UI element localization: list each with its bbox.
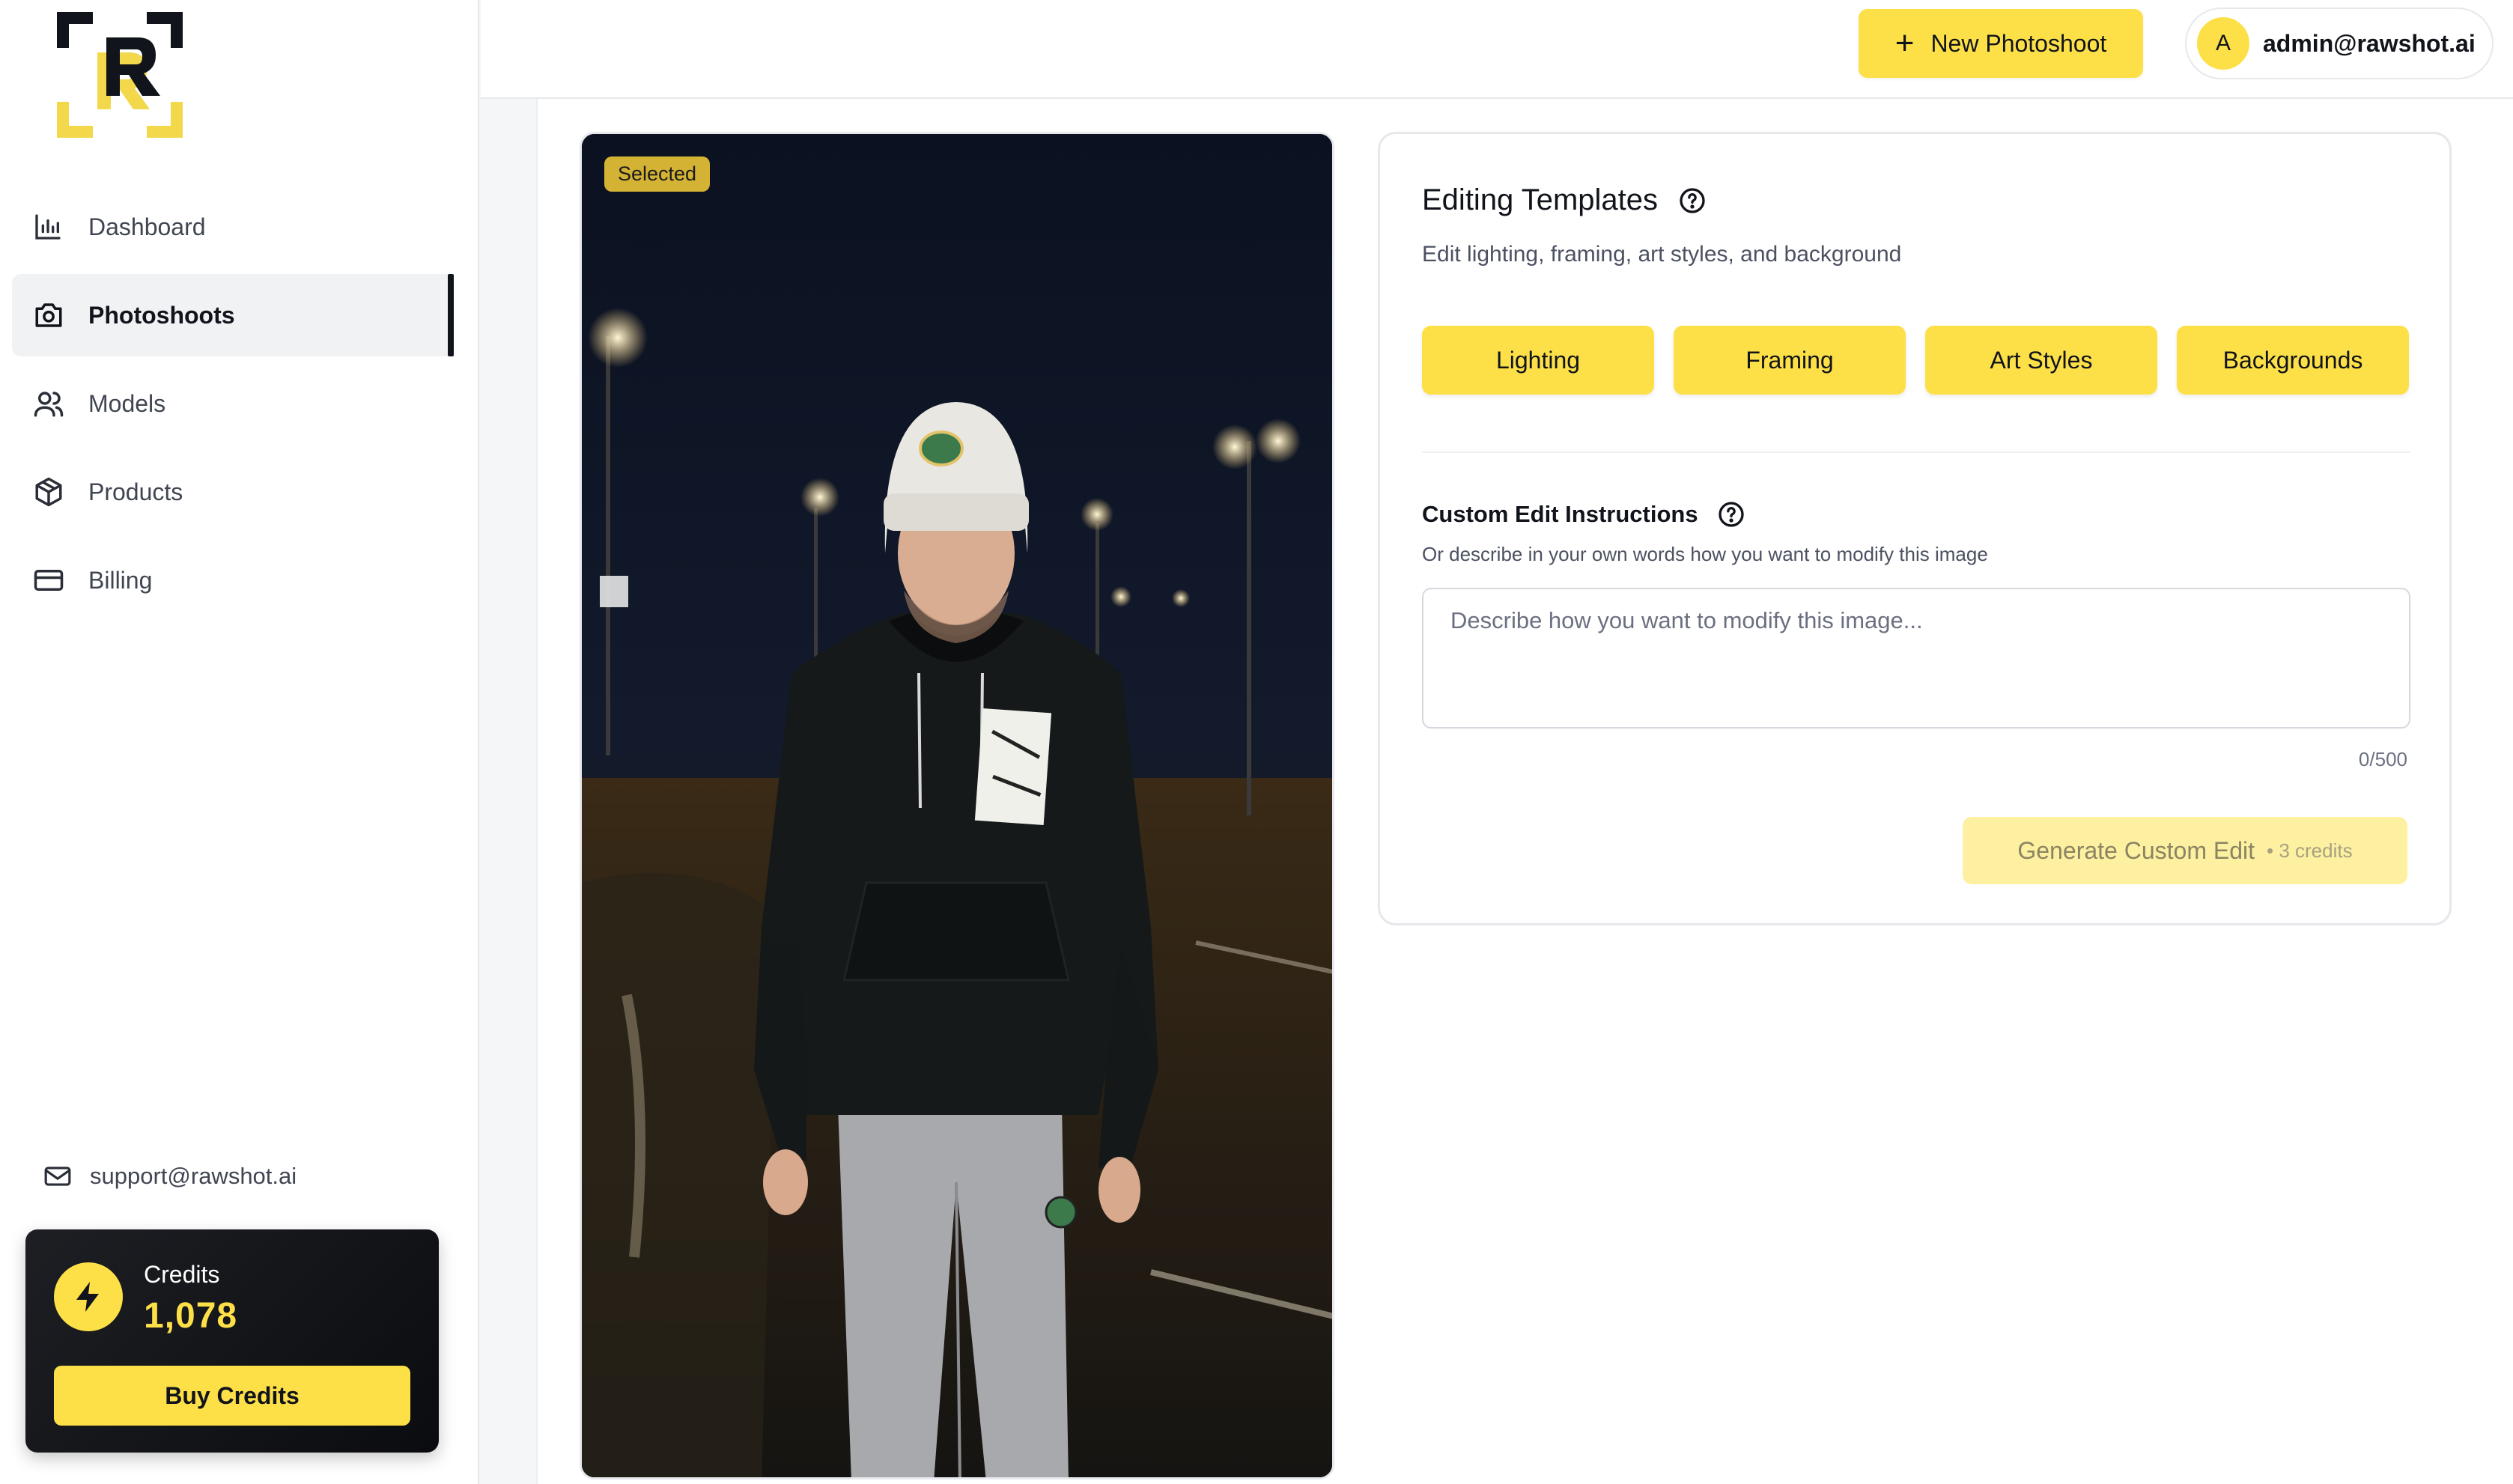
- credits-card: Credits 1,078 Buy Credits: [25, 1229, 439, 1453]
- sidebar-item-label: Products: [88, 478, 183, 505]
- sidebar-nav: Dashboard Photoshoots Models Products Bi…: [12, 186, 454, 627]
- editing-templates-subtitle: Edit lighting, framing, art styles, and …: [1422, 242, 1902, 267]
- buy-credits-button[interactable]: Buy Credits: [54, 1366, 410, 1426]
- custom-edit-heading: Custom Edit Instructions: [1422, 499, 1746, 529]
- character-counter: 0/500: [2358, 748, 2407, 770]
- selected-photo[interactable]: Selected: [580, 132, 1334, 1480]
- sidebar-item-products[interactable]: Products: [12, 451, 454, 533]
- bolt-icon: [54, 1262, 123, 1331]
- new-photoshoot-button[interactable]: + New Photoshoot: [1859, 9, 2143, 78]
- user-menu[interactable]: A admin@rawshot.ai: [2185, 7, 2494, 79]
- art-styles-template-button[interactable]: Art Styles: [1925, 326, 2157, 395]
- sidebar-item-label: Models: [88, 389, 166, 417]
- selected-badge: Selected: [604, 156, 711, 192]
- help-circle-icon[interactable]: [1677, 186, 1707, 216]
- custom-edit-title: Custom Edit Instructions: [1422, 501, 1698, 527]
- credits-label: Credits: [144, 1261, 220, 1288]
- backgrounds-template-button[interactable]: Backgrounds: [2177, 326, 2409, 395]
- sidebar-item-models[interactable]: Models: [12, 362, 454, 445]
- sidebar-item-label: Photoshoots: [88, 301, 235, 329]
- support-email-link[interactable]: support@rawshot.ai: [43, 1161, 297, 1192]
- credit-card-icon: [33, 562, 69, 598]
- support-email: support@rawshot.ai: [90, 1163, 297, 1189]
- sidebar-item-label: Billing: [88, 566, 153, 594]
- bar-chart-icon: [33, 209, 69, 245]
- custom-edit-input[interactable]: [1422, 588, 2410, 729]
- box-icon: [33, 474, 69, 510]
- new-photoshoot-label: New Photoshoot: [1930, 29, 2107, 57]
- custom-edit-subtitle: Or describe in your own words how you wa…: [1422, 543, 1988, 565]
- plus-icon: +: [1894, 25, 1915, 61]
- generate-label: Generate Custom Edit: [2017, 836, 2255, 864]
- editing-templates-heading: Editing Templates: [1422, 183, 1707, 217]
- sidebar-item-dashboard[interactable]: Dashboard: [12, 186, 454, 268]
- app-root: Dashboard Photoshoots Models Products Bi…: [0, 0, 2513, 1484]
- mail-icon: [43, 1161, 75, 1192]
- editing-templates-title: Editing Templates: [1422, 183, 1658, 216]
- sidebar-item-billing[interactable]: Billing: [12, 539, 454, 621]
- top-bar: + New Photoshoot A admin@rawshot.ai: [481, 0, 2513, 99]
- sidebar: Dashboard Photoshoots Models Products Bi…: [0, 0, 479, 1484]
- framing-template-button[interactable]: Framing: [1674, 326, 1906, 395]
- help-circle-icon[interactable]: [1716, 499, 1746, 529]
- user-email: admin@rawshot.ai: [2263, 29, 2476, 57]
- template-buttons: Lighting Framing Art Styles Backgrounds: [1422, 326, 2409, 395]
- sidebar-item-label: Dashboard: [88, 213, 206, 240]
- editing-templates-panel: Editing Templates Edit lighting, framing…: [1378, 132, 2452, 925]
- generate-custom-edit-button[interactable]: Generate Custom Edit • 3 credits: [1963, 817, 2407, 884]
- photo-image: [582, 134, 1332, 1477]
- users-icon: [33, 386, 69, 422]
- rawshot-logo[interactable]: [54, 9, 186, 141]
- credit-cost: • 3 credits: [2267, 839, 2353, 862]
- credits-balance: 1,078: [144, 1296, 238, 1336]
- sidebar-item-photoshoots[interactable]: Photoshoots: [12, 274, 454, 356]
- divider: [1422, 451, 2410, 453]
- camera-icon: [33, 297, 69, 333]
- avatar: A: [2197, 17, 2249, 70]
- lighting-template-button[interactable]: Lighting: [1422, 326, 1654, 395]
